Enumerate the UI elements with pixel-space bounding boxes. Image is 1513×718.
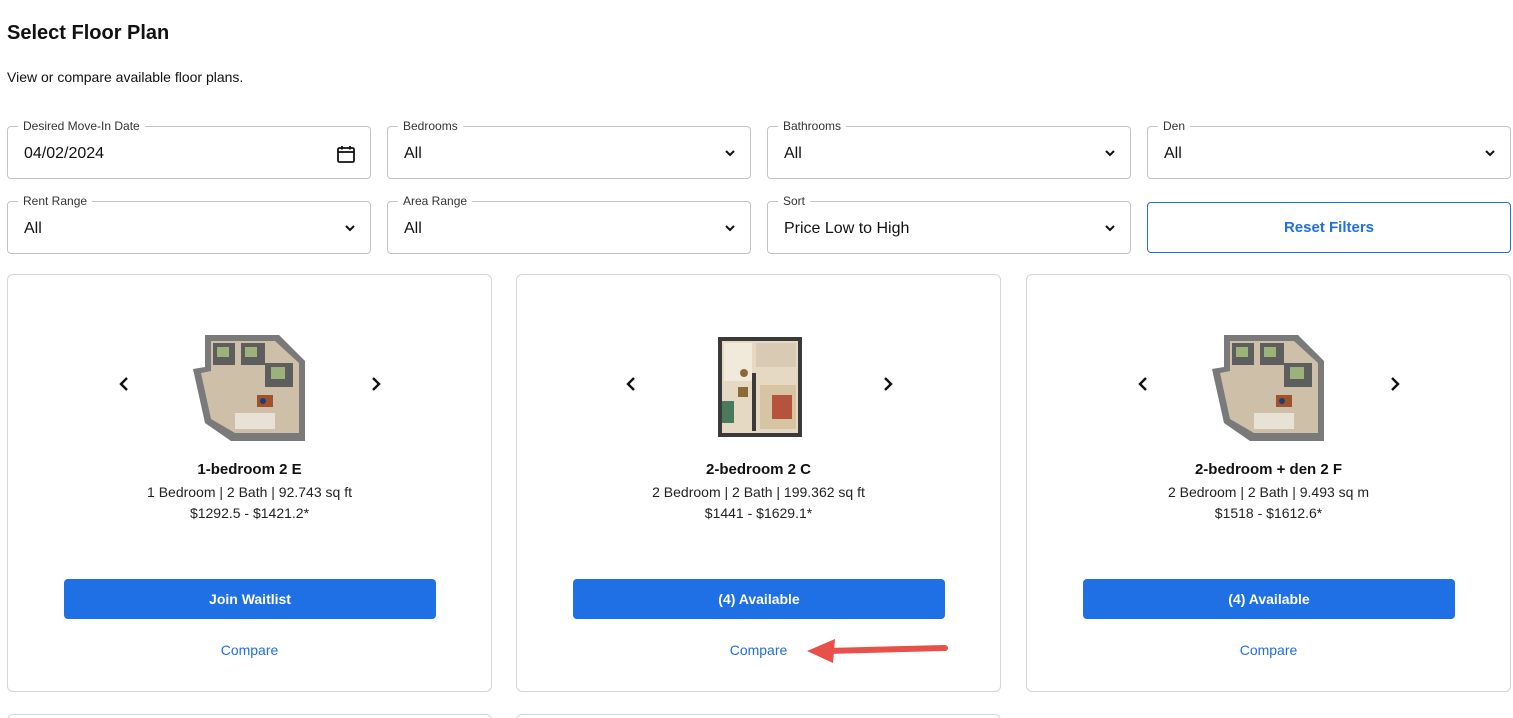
floor-plan-details: 2 Bedroom | 2 Bath | 9.493 sq m (1167, 484, 1370, 500)
den-select[interactable]: Den All (1147, 119, 1511, 179)
floor-plan-image (192, 335, 305, 441)
chevron-right-icon[interactable] (1385, 375, 1403, 393)
bedrooms-value: All (404, 145, 422, 162)
floor-plan-card-partial (7, 714, 492, 718)
den-label: Den (1158, 119, 1191, 133)
bedrooms-label: Bedrooms (398, 119, 463, 133)
floor-plan-title: 1-bedroom 2 E (197, 461, 302, 478)
join-waitlist-button[interactable]: Join Waitlist (64, 579, 436, 619)
den-value: All (1164, 145, 1182, 162)
calendar-icon[interactable] (336, 144, 356, 164)
chevron-down-icon (725, 150, 735, 157)
floor-plan-price: $1518 - $1612.6* (1214, 505, 1323, 521)
rent-range-select[interactable]: Rent Range All (7, 194, 371, 254)
chevron-down-icon (345, 225, 355, 232)
red-arrow-annotation (807, 639, 948, 663)
chevron-down-icon (1105, 150, 1115, 157)
floor-plan-image (717, 337, 802, 437)
chevron-right-icon[interactable] (878, 375, 896, 393)
bathrooms-label: Bathrooms (778, 119, 847, 133)
area-range-label: Area Range (398, 194, 473, 208)
floor-plan-image (1211, 335, 1324, 441)
floor-plan-price: $1292.5 - $1421.2* (189, 505, 310, 521)
sort-label: Sort (778, 194, 811, 208)
move-in-date-field[interactable]: Desired Move-In Date 04/02/2024 (7, 119, 371, 179)
chevron-down-icon (1105, 225, 1115, 232)
bathrooms-value: All (784, 145, 802, 162)
compare-link[interactable]: Compare (8, 642, 491, 658)
area-range-value: All (404, 220, 422, 237)
rent-range-label: Rent Range (18, 194, 93, 208)
chevron-down-icon (725, 225, 735, 232)
sort-select[interactable]: Sort Price Low to High (767, 194, 1131, 254)
floor-plan-card: 2-bedroom 2 C 2 Bedroom | 2 Bath | 199.3… (516, 274, 1001, 692)
chevron-right-icon[interactable] (366, 375, 384, 393)
chevron-left-icon[interactable] (1135, 375, 1153, 393)
floor-plan-details: 2 Bedroom | 2 Bath | 199.362 sq ft (652, 484, 865, 500)
page-title: Select Floor Plan (7, 22, 170, 44)
floor-plan-details: 1 Bedroom | 2 Bath | 92.743 sq ft (147, 484, 352, 500)
floor-plan-title: 2-bedroom 2 C (705, 461, 811, 478)
sort-value: Price Low to High (784, 220, 910, 237)
page-subtitle: View or compare available floor plans. (7, 69, 244, 85)
floor-plan-card-partial (516, 714, 1001, 718)
reset-filters-button[interactable]: Reset Filters (1147, 202, 1511, 253)
move-in-date-value: 04/02/2024 (24, 145, 105, 162)
floor-plan-card: 1-bedroom 2 E 1 Bedroom | 2 Bath | 92.74… (7, 274, 492, 692)
chevron-down-icon (1485, 150, 1495, 157)
chevron-left-icon[interactable] (116, 375, 134, 393)
floor-plan-price: $1441 - $1629.1* (704, 505, 813, 521)
available-units-button[interactable]: (4) Available (573, 579, 945, 619)
compare-link[interactable]: Compare (1027, 642, 1510, 658)
floor-plan-title: 2-bedroom + den 2 F (1194, 461, 1343, 478)
available-units-button[interactable]: (4) Available (1083, 579, 1455, 619)
chevron-left-icon[interactable] (623, 375, 641, 393)
bedrooms-select[interactable]: Bedrooms All (387, 119, 751, 179)
floor-plan-card: 2-bedroom + den 2 F 2 Bedroom | 2 Bath |… (1026, 274, 1511, 692)
bathrooms-select[interactable]: Bathrooms All (767, 119, 1131, 179)
rent-range-value: All (24, 220, 42, 237)
area-range-select[interactable]: Area Range All (387, 194, 751, 254)
move-in-date-label: Desired Move-In Date (18, 119, 145, 133)
